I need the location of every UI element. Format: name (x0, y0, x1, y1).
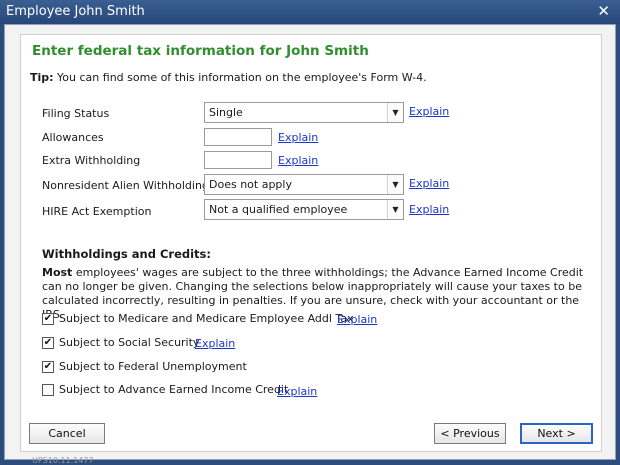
chevron-down-icon[interactable]: ▼ (387, 103, 403, 122)
nonresident-value: Does not apply (209, 178, 292, 191)
social-security-explain-link[interactable]: Explain (195, 337, 235, 350)
title-bar: Employee John Smith ✕ (0, 0, 620, 24)
withholdings-title: Withholdings and Credits: (42, 247, 211, 261)
filing-status-explain-link[interactable]: Explain (409, 105, 449, 118)
medicare-checkbox[interactable]: ✔ (42, 313, 54, 325)
advance-eic-checkbox[interactable] (42, 384, 54, 396)
allowances-label: Allowances (42, 131, 104, 144)
advance-eic-label: Subject to Advance Earned Income Credit (59, 383, 289, 396)
federal-unemployment-checkbox[interactable]: ✔ (42, 361, 54, 373)
hire-act-dropdown[interactable]: Not a qualified employee ▼ (204, 199, 404, 220)
federal-unemployment-label: Subject to Federal Unemployment (59, 360, 247, 373)
social-security-label: Subject to Social Security (59, 336, 200, 349)
allowances-input[interactable] (204, 128, 272, 146)
previous-button[interactable]: < Previous (434, 423, 506, 444)
chevron-down-icon[interactable]: ▼ (387, 200, 403, 219)
advance-eic-explain-link[interactable]: Explain (277, 385, 317, 398)
allowances-explain-link[interactable]: Explain (278, 131, 318, 144)
window-title: Employee John Smith (6, 4, 145, 19)
content-panel: Enter federal tax information for John S… (20, 34, 602, 452)
medicare-label: Subject to Medicare and Medicare Employe… (59, 312, 354, 325)
nonresident-label: Nonresident Alien Withholding (42, 179, 209, 192)
tip-label: Tip: (30, 71, 54, 84)
tip-body: You can find some of this information on… (57, 71, 427, 84)
extra-withholding-input[interactable] (204, 151, 272, 169)
withholdings-lead: Most (42, 266, 73, 279)
nonresident-dropdown[interactable]: Does not apply ▼ (204, 174, 404, 195)
filing-status-value: Single (209, 106, 243, 119)
medicare-explain-link[interactable]: Explain (337, 313, 377, 326)
hire-act-label: HIRE Act Exemption (42, 205, 152, 218)
chevron-down-icon[interactable]: ▼ (387, 175, 403, 194)
dialog-frame: Enter federal tax information for John S… (4, 24, 616, 465)
filing-status-label: Filing Status (42, 107, 110, 120)
extra-withholding-label: Extra Withholding (42, 154, 141, 167)
hire-act-value: Not a qualified employee (209, 203, 348, 216)
nonresident-explain-link[interactable]: Explain (409, 177, 449, 190)
filing-status-dropdown[interactable]: Single ▼ (204, 102, 404, 123)
close-icon[interactable]: ✕ (597, 2, 610, 20)
page-heading: Enter federal tax information for John S… (32, 43, 369, 59)
social-security-checkbox[interactable]: ✔ (42, 337, 54, 349)
next-button[interactable]: Next > (520, 423, 593, 444)
extra-withholding-explain-link[interactable]: Explain (278, 154, 318, 167)
hire-act-explain-link[interactable]: Explain (409, 203, 449, 216)
cancel-button[interactable]: Cancel (29, 423, 105, 444)
tip-text: Tip: You can find some of this informati… (30, 71, 427, 84)
